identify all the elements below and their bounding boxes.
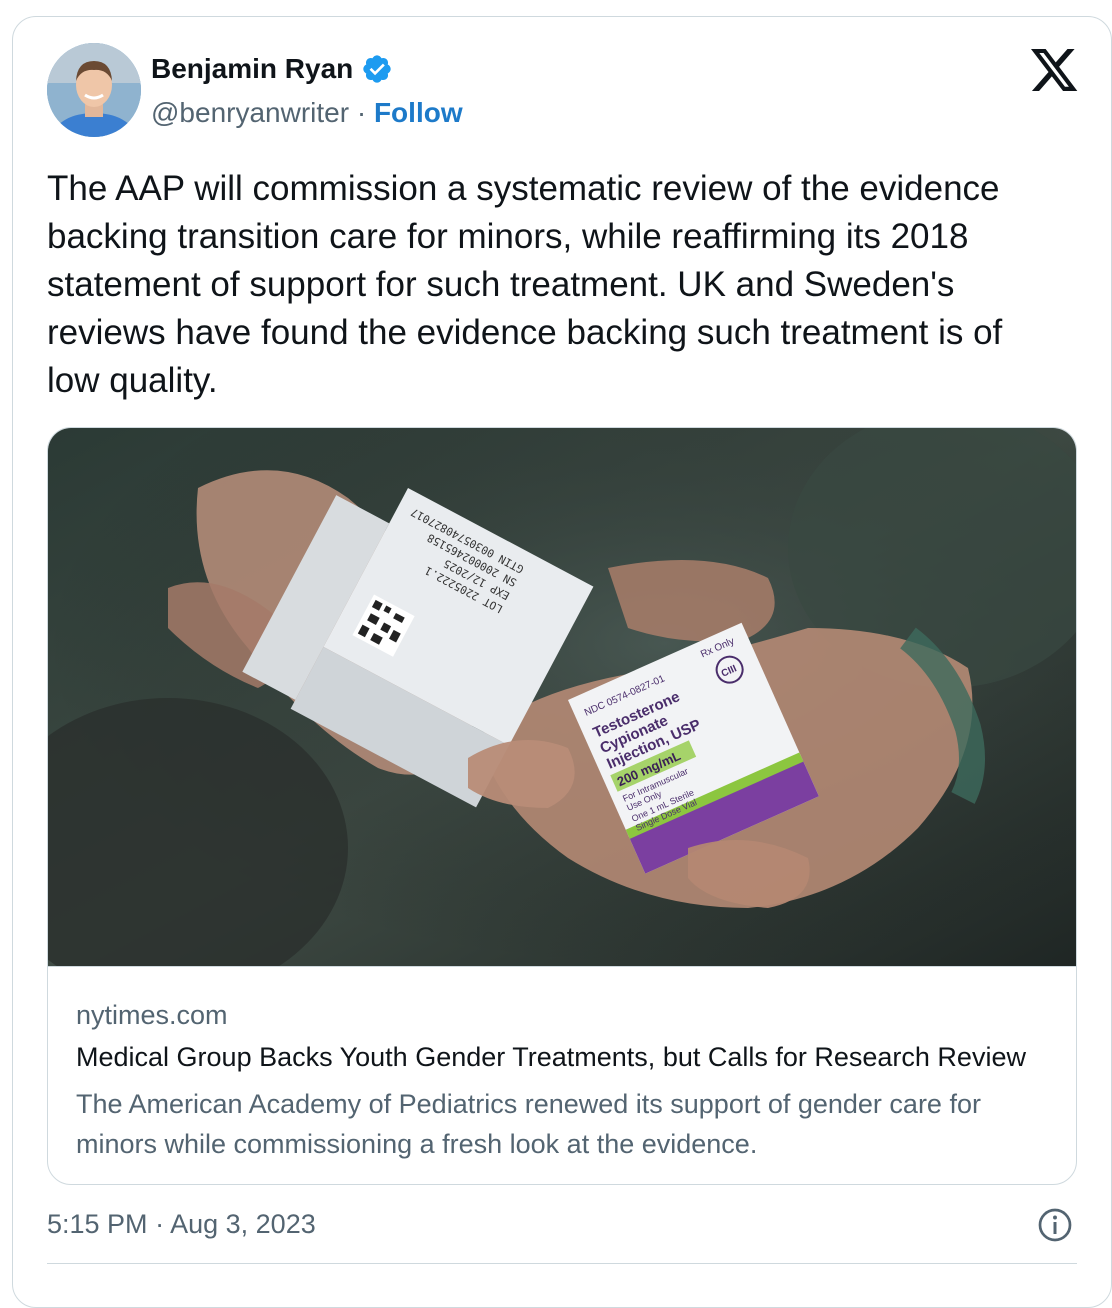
article-photo: LOT 2205222.1 EXP 12/2025 SN 20000246515… <box>48 428 1076 998</box>
author-handle[interactable]: @benryanwriter <box>151 97 349 128</box>
date-separator: · <box>155 1209 165 1239</box>
verified-badge-icon <box>361 53 393 85</box>
follow-button[interactable]: Follow <box>374 97 463 128</box>
tweet-time[interactable]: 5:15 PM <box>47 1209 148 1239</box>
info-icon[interactable] <box>1037 1207 1073 1243</box>
link-headline[interactable]: Medical Group Backs Youth Gender Treatme… <box>76 1042 1056 1073</box>
tweet-embed-card: Benjamin Ryan @benryanwriter · Follow Th… <box>12 16 1112 1308</box>
tweet-text: The AAP will commission a systematic rev… <box>47 169 1003 400</box>
x-logo-icon[interactable] <box>1031 49 1079 93</box>
link-domain: nytimes.com <box>76 1000 228 1030</box>
handle-row: @benryanwriter · Follow <box>151 97 463 129</box>
timestamp-row: 5:15 PM · Aug 3, 2023 <box>47 1209 316 1240</box>
tweet-date[interactable]: Aug 3, 2023 <box>170 1209 316 1239</box>
author-name[interactable]: Benjamin Ryan <box>151 53 353 85</box>
avatar[interactable] <box>47 43 141 137</box>
handle-separator: · <box>356 97 367 128</box>
link-description: The American Academy of Pediatrics renew… <box>76 1089 981 1159</box>
author-row: Benjamin Ryan <box>151 53 393 85</box>
divider <box>47 1263 1077 1264</box>
link-preview-card[interactable]: LOT 2205222.1 EXP 12/2025 SN 20000246515… <box>47 427 1077 1185</box>
